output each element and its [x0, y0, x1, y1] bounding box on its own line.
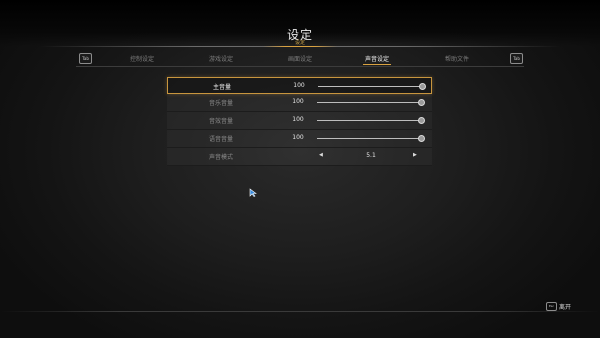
settings-screen: 设定 设定 Tab 控制设定 游戏设定 画面设定 声音设定 帮助文件 Tab 主…	[0, 0, 600, 338]
slider-fill	[317, 120, 421, 121]
setting-value: 100	[293, 82, 305, 89]
page-subtitle: 设定	[294, 40, 305, 46]
footer-divider	[0, 311, 600, 312]
slider-knob[interactable]	[418, 99, 425, 106]
setting-label: 音效音量	[208, 118, 233, 125]
tab-game[interactable]: 游戏设定	[209, 54, 233, 63]
setting-label: 主音量	[212, 84, 231, 91]
setting-row-music-volume[interactable]: 音乐音量 100	[167, 94, 432, 112]
tab-prev-key[interactable]: Tab	[79, 53, 92, 64]
slider-fill	[317, 102, 421, 103]
sound-settings-list: 主音量 100 音乐音量 100 音效音量 100 语音音量 100 声音模式 …	[167, 77, 432, 166]
setting-row-sound-mode[interactable]: 声音模式 ◀ 5.1 ▶	[167, 148, 432, 166]
mouse-cursor-icon	[249, 188, 257, 197]
tab-sound[interactable]: 声音设定	[365, 54, 389, 63]
esc-key-icon: Esc	[546, 302, 557, 311]
volume-slider[interactable]	[317, 99, 425, 106]
tab-controls[interactable]: 控制设定	[130, 54, 154, 63]
slider-knob[interactable]	[418, 135, 425, 142]
setting-row-sfx-volume[interactable]: 音效音量 100	[167, 112, 432, 130]
active-tab-indicator	[363, 64, 391, 65]
setting-value: 100	[292, 98, 304, 105]
setting-value: 100	[292, 134, 304, 141]
slider-fill	[318, 86, 422, 87]
setting-label: 声音模式	[208, 154, 233, 161]
slider-fill	[317, 138, 421, 139]
tab-display[interactable]: 画面设定	[288, 54, 312, 63]
leave-label: 离开	[559, 304, 572, 311]
tab-next-key[interactable]: Tab	[510, 53, 523, 64]
setting-label: 音乐音量	[208, 100, 233, 107]
volume-slider[interactable]	[317, 135, 425, 142]
tab-bar-divider	[76, 66, 524, 67]
setting-value: 100	[292, 116, 304, 123]
slider-knob[interactable]	[418, 117, 425, 124]
setting-row-voice-volume[interactable]: 语音音量 100	[167, 130, 432, 148]
setting-row-master-volume[interactable]: 主音量 100	[167, 77, 432, 94]
slider-knob[interactable]	[419, 83, 426, 90]
arrow-right-icon[interactable]: ▶	[413, 152, 417, 158]
title-divider-accent	[263, 46, 337, 47]
arrow-left-icon[interactable]: ◀	[319, 152, 323, 158]
volume-slider[interactable]	[318, 83, 426, 90]
sound-mode-value: 5.1	[366, 152, 376, 159]
setting-label: 语音音量	[208, 136, 233, 143]
title-divider	[40, 46, 560, 47]
tab-help[interactable]: 帮助文件	[445, 54, 469, 63]
volume-slider[interactable]	[317, 117, 425, 124]
